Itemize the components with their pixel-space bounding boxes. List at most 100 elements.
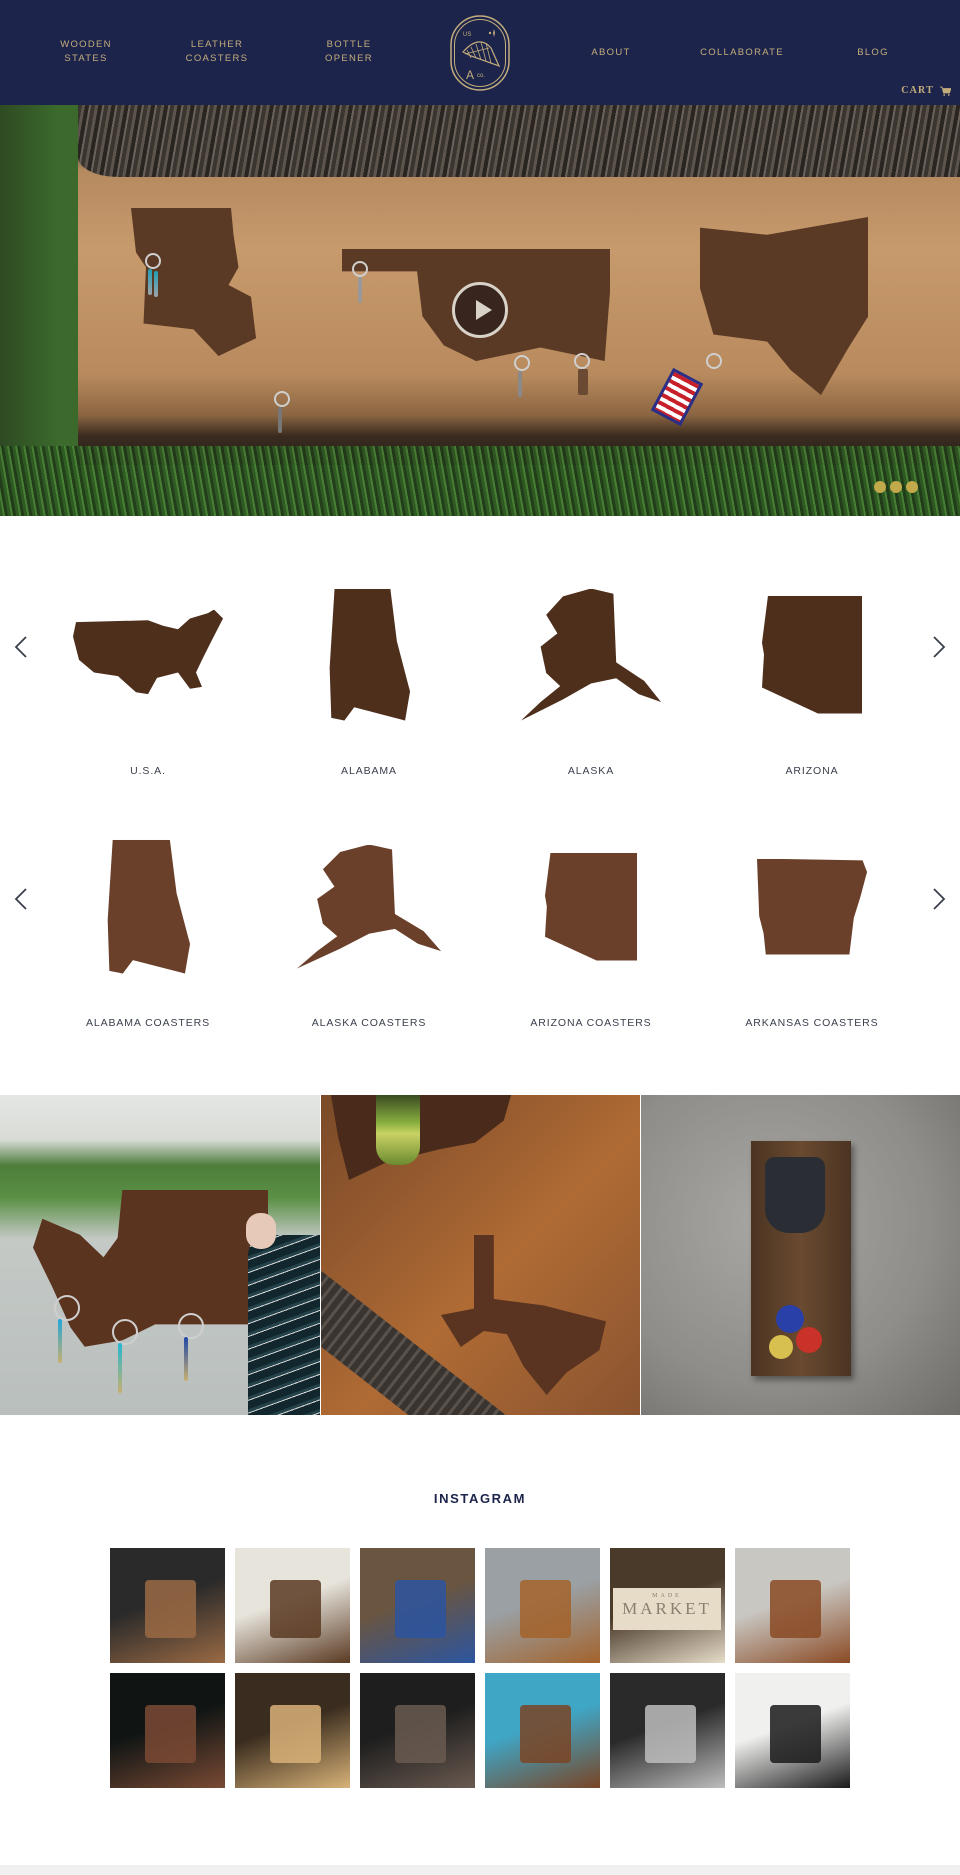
key [358,277,362,303]
key-ring [112,1319,138,1345]
nav-wooden-states[interactable]: Wooden States [31,38,141,66]
tile-subject [394,1705,447,1763]
nav-leather-coasters[interactable]: Leather Coasters [162,38,272,66]
product-card[interactable]: ALABAMA [259,577,479,777]
product-name: ALASKA [567,765,615,777]
bottle-opener-image[interactable] [640,1095,960,1415]
instagram-tile[interactable] [360,1548,475,1663]
key [278,407,282,433]
key [148,269,152,295]
instagram-tile[interactable] [360,1673,475,1788]
product-name: ARIZONA COASTERS [530,1017,652,1029]
product-name: ALABAMA COASTERS [85,1017,211,1029]
product-card[interactable]: ARIZONA COASTERS [481,829,701,1029]
product-name: ALASKA COASTERS [311,1017,427,1029]
product-card[interactable]: ALASKA COASTERS [259,829,479,1029]
product-image [58,577,238,732]
instagram-tile[interactable] [485,1548,600,1663]
product-card[interactable]: ALASKA [481,577,701,777]
tile-subject [769,1580,822,1638]
tile-subject [519,1580,572,1638]
chevron-right-icon [933,888,946,910]
metal-opener [765,1157,825,1233]
instagram-tile[interactable] [735,1673,850,1788]
hero-slideshow [0,105,960,516]
key-ring [706,353,722,369]
product-card[interactable]: ALABAMA COASTERS [38,829,258,1029]
instagram-tile[interactable] [735,1548,850,1663]
carousel-next-button[interactable] [928,632,952,662]
tile-subject [394,1580,447,1638]
washington-keyholder-image[interactable] [0,1095,320,1415]
key [518,371,522,397]
key [58,1319,62,1363]
product-image [58,829,238,984]
wooden-states-carousel: U.S.A. ALABAMA ALASKA ARIZONA [0,577,960,807]
tile-subject [144,1705,197,1763]
product-image [501,829,681,984]
slide-indicators [874,481,918,493]
logo-us-text: US [463,32,471,38]
bottle-cap [796,1327,822,1353]
cart-label: CART [901,85,934,96]
product-card[interactable]: ARIZONA [702,577,922,777]
nav-bottle-opener[interactable]: Bottle Opener [294,38,404,66]
instagram-tile[interactable] [235,1673,350,1788]
play-video-button[interactable] [452,282,508,338]
tile-subject [144,1580,197,1638]
instagram-tile[interactable] [235,1548,350,1663]
key-ring [274,391,290,407]
key-ring [514,355,530,371]
carousel-next-button[interactable] [928,884,952,914]
logo-badge-icon: US A co. [450,15,510,91]
cart-button[interactable]: CART [901,85,951,96]
logo-co-text: co. [477,73,485,79]
sweater-sleeve [248,1235,320,1415]
bottle-cap [769,1335,793,1359]
product-image [279,829,459,984]
beer-bottle [376,1095,420,1165]
chevron-left-icon [14,636,27,658]
key [154,271,158,297]
product-card[interactable]: ARKANSAS COASTERS [702,829,922,1029]
slide-dot-1[interactable] [874,481,886,493]
instagram-tile[interactable] [110,1548,225,1663]
site-header: Wooden States Leather Coasters Bottle Op… [0,0,960,105]
nav-collaborate[interactable]: Collaborate [687,46,797,60]
sign-line: MARKET [622,1599,712,1618]
nav-about[interactable]: About [556,46,666,60]
instagram-tile[interactable] [485,1673,600,1788]
key [118,1343,122,1393]
product-name: ALABAMA [341,765,397,777]
nav-label-line: Leather [190,39,244,50]
nav-label-line: Opener [325,53,373,64]
chevron-left-icon [14,888,27,910]
slide-dot-2[interactable] [890,481,902,493]
product-name: ARIZONA [785,765,839,777]
instagram-tile[interactable]: MADE MARKET [610,1548,725,1663]
nav-blog[interactable]: Blog [818,46,928,60]
tile-subject [269,1705,322,1763]
footer-bar [0,1865,960,1875]
nav-label-line: Bottle [326,39,372,50]
instagram-tile[interactable] [110,1673,225,1788]
nav-label-line: Coasters [185,53,249,64]
nav-label-line: Wooden [60,39,112,50]
product-image [722,577,902,732]
logo[interactable]: US A co. [449,14,511,92]
tile-subject [269,1580,322,1638]
instagram-tile[interactable] [610,1673,725,1788]
product-card[interactable]: U.S.A. [38,577,258,777]
carousel-prev-button[interactable] [8,884,32,914]
texas-coasters-image[interactable] [320,1095,640,1415]
tile-subject [519,1705,572,1763]
nav-label-line: States [64,53,108,64]
cart-icon [940,86,951,96]
key-ring [574,353,590,369]
carousel-prev-button[interactable] [8,632,32,662]
slide-dot-3[interactable] [906,481,918,493]
product-image [501,577,681,732]
chevron-right-icon [933,636,946,658]
logo-a-text: A [466,68,474,82]
instagram-grid: MADE MARKET [110,1548,851,1788]
